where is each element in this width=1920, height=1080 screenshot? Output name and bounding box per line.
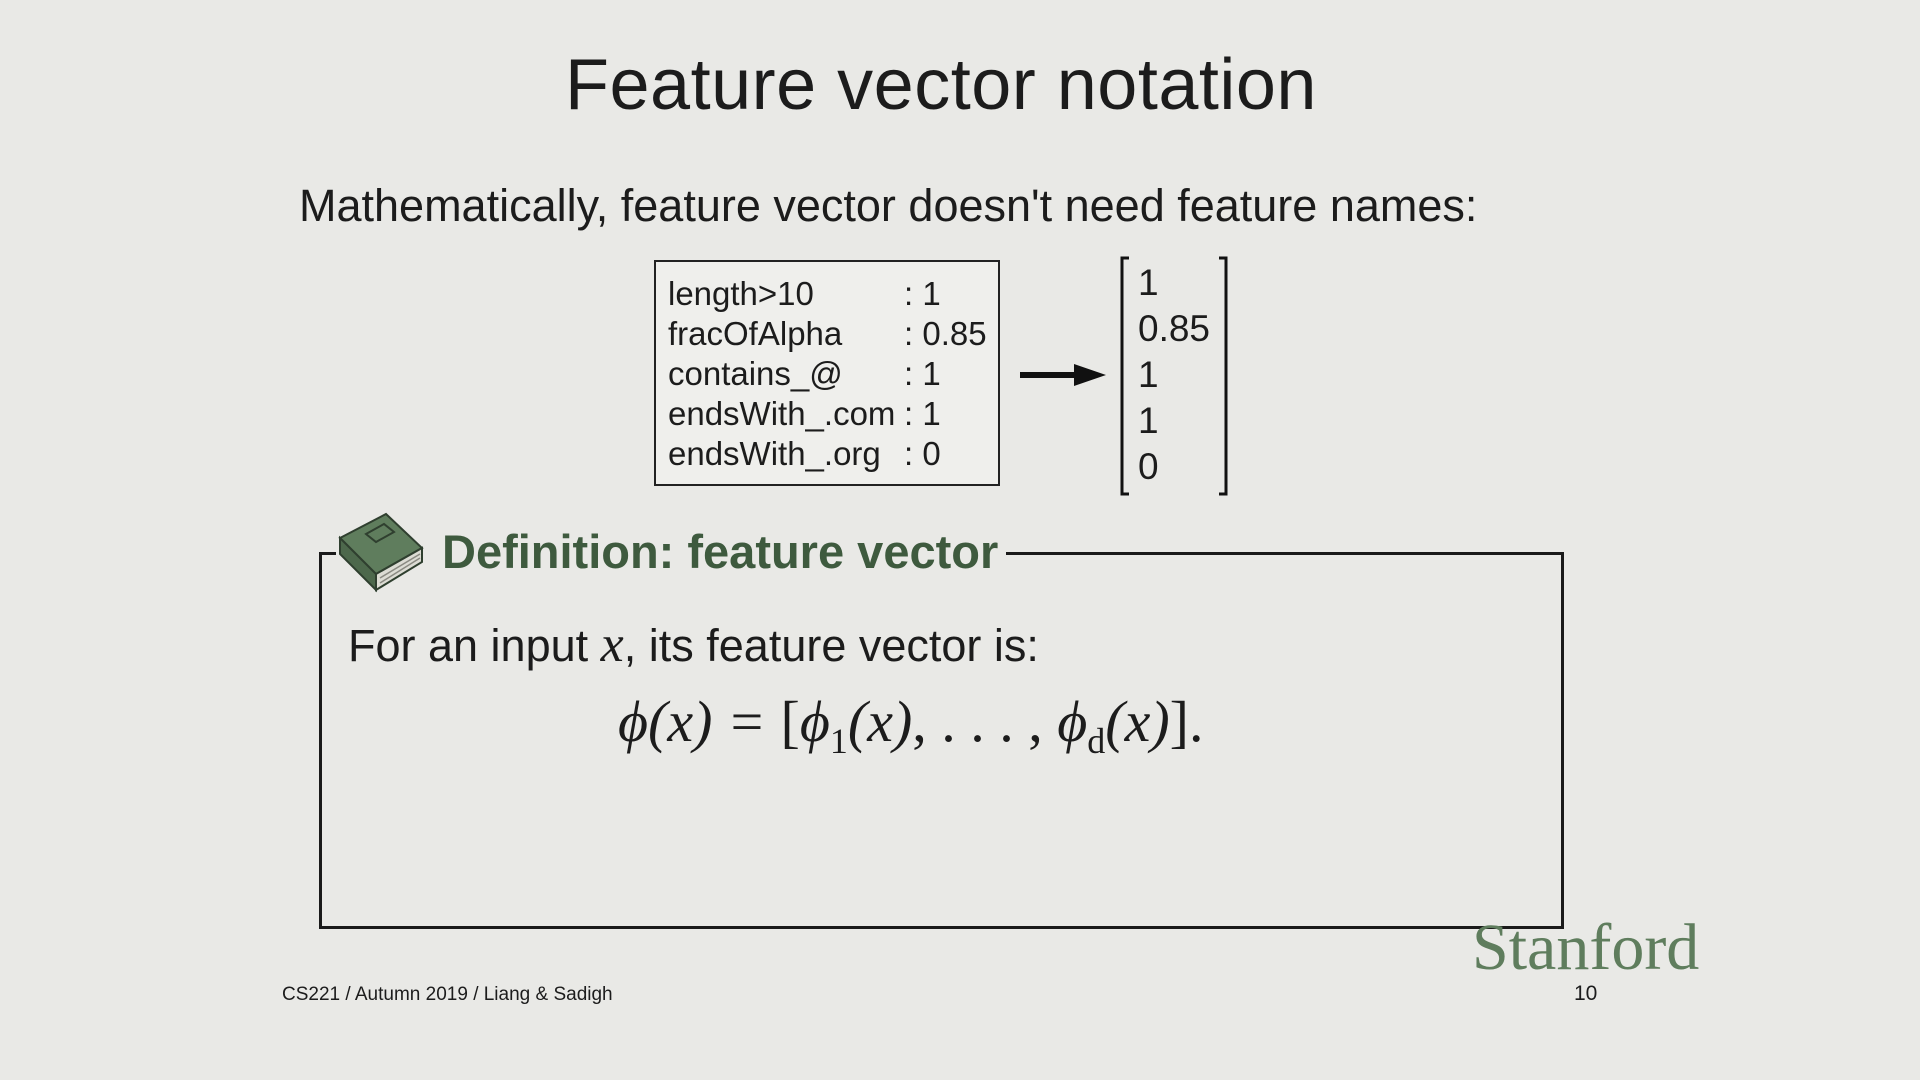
page-number: 10 [1574, 982, 1598, 1005]
feature-name: endsWith_.org [668, 435, 881, 472]
feature-vector: 1 0.85 1 1 0 [1138, 260, 1210, 490]
text-after: , its feature vector is: [623, 620, 1039, 671]
feature-table: length>10 : 1 fracOfAlpha : 0.85 contain… [654, 260, 1000, 486]
feature-name: length>10 [668, 275, 814, 312]
feature-row: endsWith_.com : 1 [668, 394, 998, 434]
feature-value: : 0.85 [904, 315, 987, 352]
formula-phi: ϕ [1057, 689, 1088, 754]
feature-value: : 0 [904, 435, 941, 472]
formula-lhs: ϕ(x) = [618, 689, 781, 754]
feature-row: endsWith_.org : 0 [668, 434, 998, 474]
formula-subscript-1: 1 [829, 721, 848, 761]
right-arrow-icon [1020, 364, 1106, 386]
vector-entry: 0 [1138, 446, 1159, 487]
slide-title: Feature vector notation [565, 45, 1317, 125]
feature-value: : 1 [904, 275, 941, 312]
feature-row: contains_@ : 1 [668, 354, 998, 394]
formula-ellipsis: , . . . , [912, 689, 1058, 754]
formula: ϕ(x) = [ϕ1(x), . . . , ϕd(x)]. [618, 688, 1204, 762]
feature-name: contains_@ [668, 355, 843, 392]
feature-row: fracOfAlpha : 0.85 [668, 314, 998, 354]
feature-value: : 1 [904, 395, 941, 432]
definition-text: For an input x, its feature vector is: [348, 615, 1039, 674]
vector-entry: 0.85 [1138, 308, 1211, 349]
vector-entry: 1 [1138, 262, 1159, 303]
definition-title: Definition: feature vector [442, 525, 999, 578]
intro-text: Mathematically, feature vector doesn't n… [299, 180, 1478, 231]
stanford-logo: Stanford [1472, 911, 1700, 984]
vector-entry: 1 [1138, 400, 1159, 441]
feature-name: endsWith_.com [668, 395, 896, 432]
formula-phi: ϕ [799, 689, 830, 754]
footer-course: CS221 / Autumn 2019 / Liang & Sadigh [282, 984, 613, 1005]
formula-arg: (x) [847, 689, 913, 754]
formula-close-bracket: ]. [1169, 689, 1204, 754]
feature-value: : 1 [904, 355, 941, 392]
formula-arg: (x) [1105, 689, 1170, 754]
formula-subscript-d: d [1087, 721, 1106, 761]
vector-entry: 1 [1138, 354, 1159, 395]
feature-name: fracOfAlpha [668, 315, 843, 352]
formula-open-bracket: [ [780, 689, 800, 754]
math-variable: x [600, 616, 624, 673]
feature-row: length>10 : 1 [668, 274, 998, 314]
text-before: For an input [348, 620, 601, 671]
book-icon [338, 512, 424, 593]
